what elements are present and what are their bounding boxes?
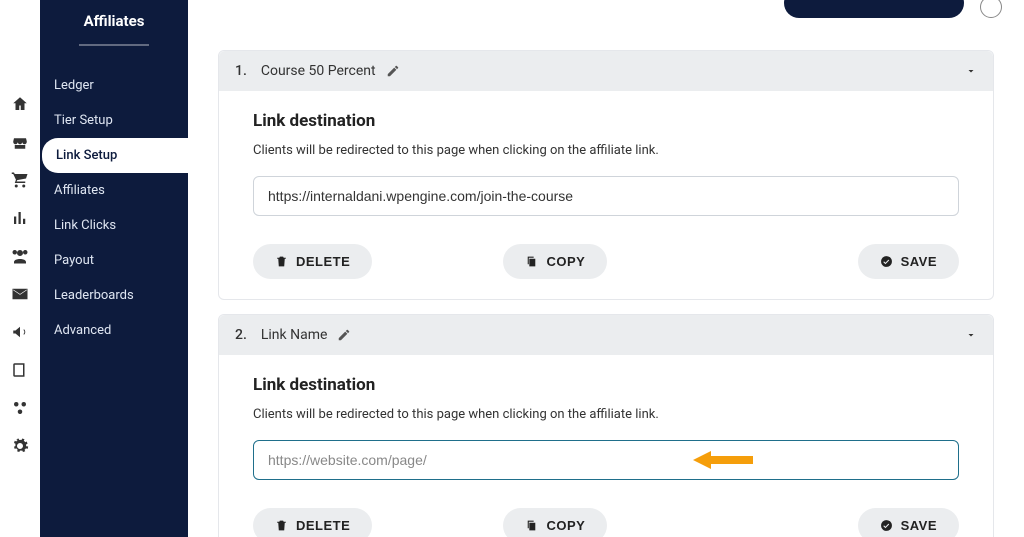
button-row: DELETE COPY SAVE	[253, 508, 959, 537]
cart-icon[interactable]	[11, 171, 29, 189]
copy-label: COPY	[546, 518, 585, 533]
section-desc: Clients will be redirected to this page …	[253, 407, 959, 422]
main-content: 1. Course 50 Percent Link destination Cl…	[188, 0, 1024, 537]
sidebar-item-ledger[interactable]: Ledger	[40, 68, 188, 103]
copy-icon	[525, 519, 538, 532]
sidebar: Affiliates Ledger Tier Setup Link Setup …	[40, 0, 188, 537]
link-number: 2.	[235, 327, 247, 343]
save-button[interactable]: SAVE	[858, 244, 959, 279]
check-circle-icon	[880, 519, 893, 532]
trash-icon	[275, 255, 288, 268]
link-card-header[interactable]: 2. Link Name	[219, 315, 993, 355]
sidebar-item-link-setup[interactable]: Link Setup	[42, 138, 188, 173]
store-icon[interactable]	[11, 133, 29, 151]
link-card-body: Link destination Clients will be redirec…	[219, 91, 993, 299]
check-circle-icon	[880, 255, 893, 268]
mail-icon[interactable]	[11, 285, 29, 303]
link-name: Course 50 Percent	[261, 63, 376, 79]
sidebar-title: Affiliates	[40, 6, 188, 44]
icon-rail	[0, 0, 40, 537]
help-icon[interactable]	[980, 0, 1002, 18]
gear-icon[interactable]	[11, 437, 29, 455]
edit-icon[interactable]	[337, 328, 351, 342]
users-icon[interactable]	[11, 247, 29, 265]
link-name: Link Name	[261, 327, 328, 343]
top-action-button[interactable]	[784, 0, 964, 18]
link-card-2: 2. Link Name Link destination Clients wi…	[218, 314, 994, 537]
sidebar-item-affiliates[interactable]: Affiliates	[40, 173, 188, 208]
sidebar-item-leaderboards[interactable]: Leaderboards	[40, 278, 188, 313]
copy-button[interactable]: COPY	[503, 244, 607, 279]
save-label: SAVE	[901, 254, 937, 269]
section-title: Link destination	[253, 111, 959, 131]
sidebar-item-link-clicks[interactable]: Link Clicks	[40, 208, 188, 243]
book-icon[interactable]	[11, 361, 29, 379]
link-card-header[interactable]: 1. Course 50 Percent	[219, 51, 993, 91]
chevron-down-icon[interactable]	[965, 65, 977, 77]
trash-icon	[275, 519, 288, 532]
button-row: DELETE COPY SAVE	[253, 244, 959, 279]
sidebar-item-advanced[interactable]: Advanced	[40, 313, 188, 348]
link-destination-input[interactable]	[253, 440, 959, 480]
sidebar-divider	[79, 44, 149, 46]
delete-button[interactable]: DELETE	[253, 244, 372, 279]
megaphone-icon[interactable]	[11, 323, 29, 341]
modules-icon[interactable]	[11, 399, 29, 417]
save-button[interactable]: SAVE	[858, 508, 959, 537]
sidebar-item-payout[interactable]: Payout	[40, 243, 188, 278]
link-card-1: 1. Course 50 Percent Link destination Cl…	[218, 50, 994, 300]
home-icon[interactable]	[11, 95, 29, 113]
save-label: SAVE	[901, 518, 937, 533]
section-title: Link destination	[253, 375, 959, 395]
link-destination-input[interactable]	[253, 176, 959, 216]
chevron-down-icon[interactable]	[965, 329, 977, 341]
link-number: 1.	[235, 63, 247, 79]
chart-icon[interactable]	[11, 209, 29, 227]
delete-label: DELETE	[296, 254, 350, 269]
link-card-body: Link destination Clients will be redirec…	[219, 355, 993, 537]
sidebar-item-tier-setup[interactable]: Tier Setup	[40, 103, 188, 138]
copy-icon	[525, 255, 538, 268]
copy-label: COPY	[546, 254, 585, 269]
copy-button[interactable]: COPY	[503, 508, 607, 537]
edit-icon[interactable]	[386, 64, 400, 78]
delete-label: DELETE	[296, 518, 350, 533]
section-desc: Clients will be redirected to this page …	[253, 143, 959, 158]
delete-button[interactable]: DELETE	[253, 508, 372, 537]
